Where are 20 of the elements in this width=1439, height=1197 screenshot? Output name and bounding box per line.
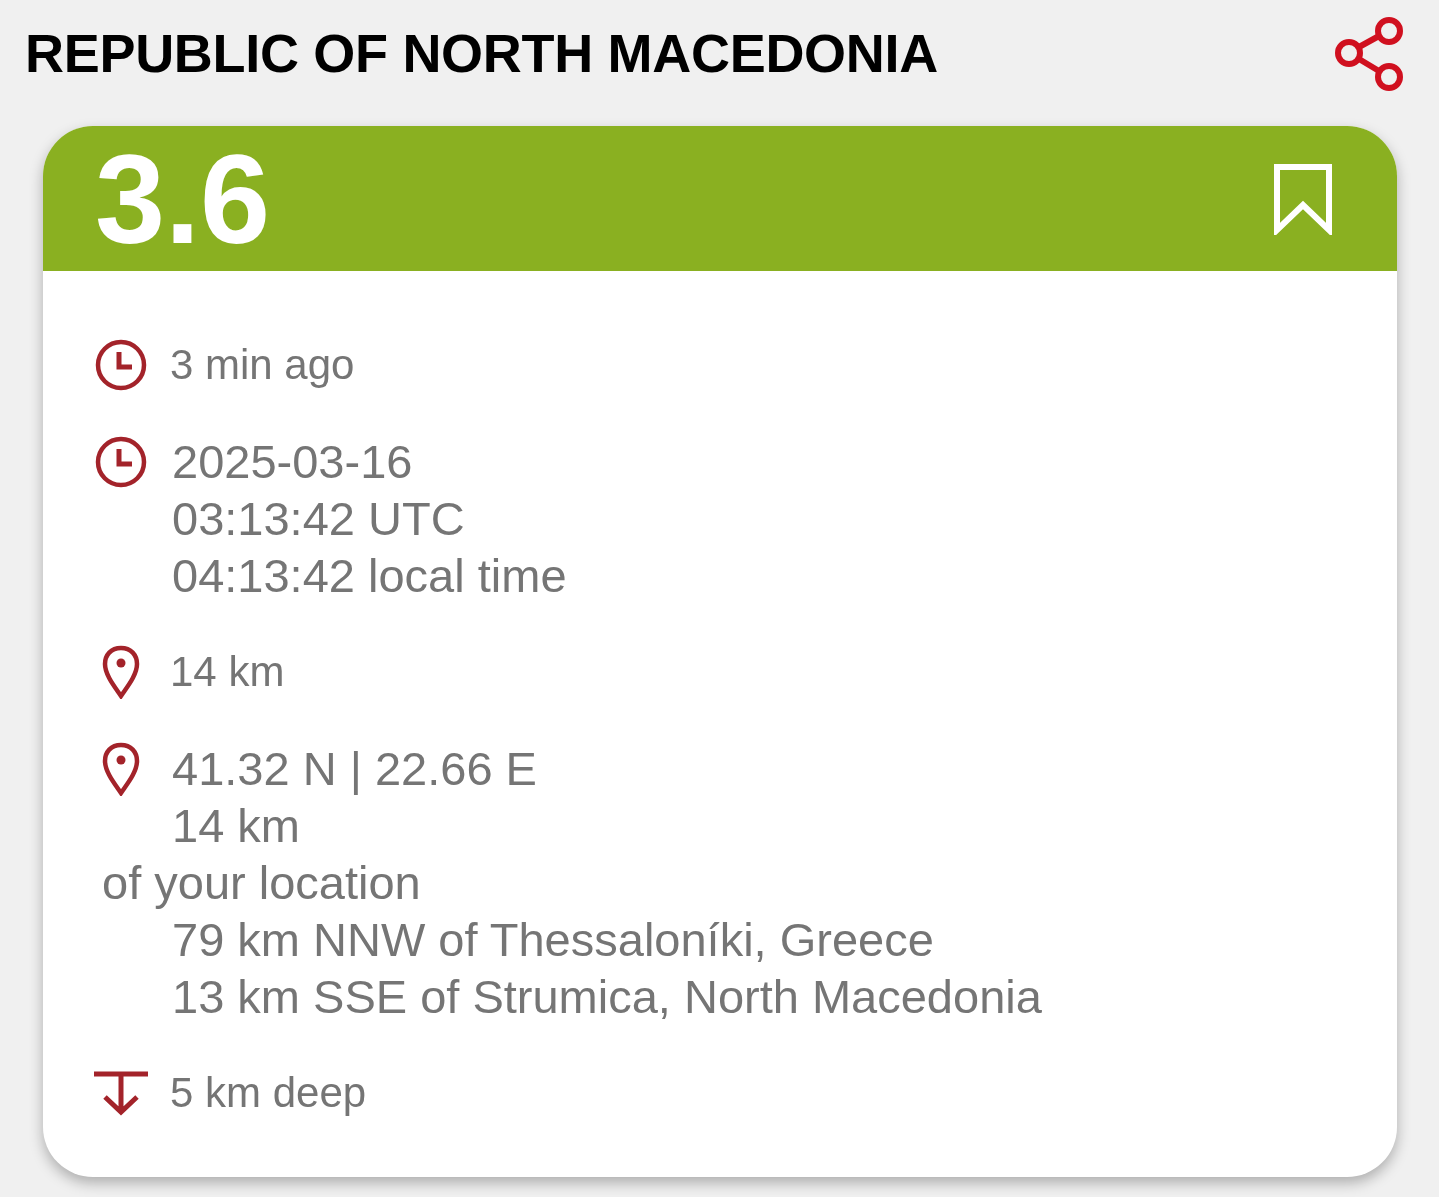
share-icon[interactable] bbox=[1333, 14, 1405, 91]
time-text: 2025-03-16 bbox=[172, 434, 413, 490]
location-note: of your location bbox=[102, 855, 421, 911]
page-title: REPUBLIC OF NORTH MACEDONIA bbox=[25, 25, 938, 80]
place-text: 13 km SSE of Strumica, North Macedonia bbox=[172, 969, 1042, 1025]
location-text: 14 km bbox=[172, 798, 300, 854]
time-text: 04:13:42 local time bbox=[172, 548, 567, 604]
clock-icon bbox=[95, 339, 147, 391]
place-text: 79 km NNW of Thessaloníki, Greece bbox=[172, 912, 934, 968]
time-text: 03:13:42 UTC bbox=[172, 491, 465, 547]
location-text: 41.32 N | 22.66 E bbox=[172, 741, 537, 797]
depth-text: 5 km deep bbox=[170, 1068, 367, 1118]
map-pin-icon bbox=[102, 645, 140, 699]
down-arrow-icon bbox=[93, 1070, 149, 1116]
time-text: 3 min ago bbox=[170, 340, 355, 390]
bookmark-icon[interactable] bbox=[1273, 162, 1333, 235]
map-pin-icon bbox=[102, 741, 140, 796]
location-text: 14 km bbox=[170, 647, 285, 697]
magnitude-value: 3.6 bbox=[95, 136, 271, 263]
clock-icon bbox=[95, 435, 147, 488]
